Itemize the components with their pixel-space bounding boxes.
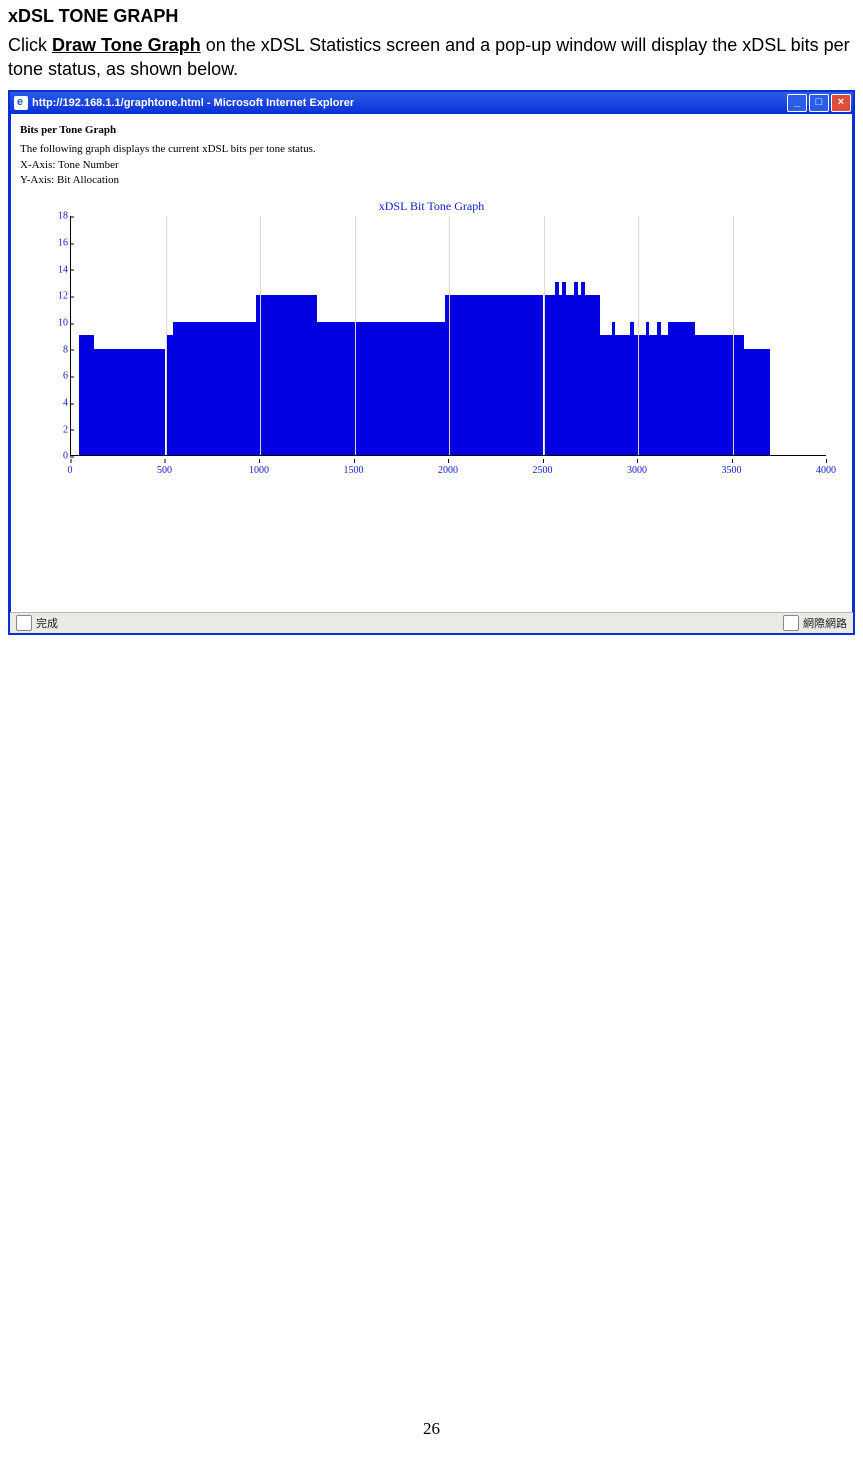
window-titlebar: http://192.168.1.1/graphtone.html - Micr…	[10, 92, 853, 114]
chart-title: xDSL Bit Tone Graph	[20, 199, 843, 214]
chart-bar	[166, 335, 174, 455]
page-number: 26	[0, 1419, 863, 1439]
chart-bar	[672, 322, 695, 455]
chart-bar	[256, 295, 316, 455]
chart-bar	[544, 295, 555, 455]
gridline	[166, 216, 167, 455]
internet-zone-icon	[783, 615, 799, 631]
chart-bar	[600, 335, 611, 455]
x-tick-label: 3500	[722, 465, 742, 476]
y-tick-label: 16	[46, 238, 68, 249]
maximize-button[interactable]: □	[809, 94, 829, 112]
gridline	[544, 216, 545, 455]
x-tick-label: 500	[157, 465, 172, 476]
gridline	[260, 216, 261, 455]
intro-paragraph: Click Draw Tone Graph on the xDSL Statis…	[8, 33, 855, 82]
chart-bar	[585, 295, 600, 455]
chart-bar	[173, 322, 256, 455]
window-buttons: _ □ ×	[787, 94, 851, 112]
document-page: xDSL TONE GRAPH Click Draw Tone Graph on…	[0, 0, 863, 1463]
chart-bar	[445, 295, 543, 455]
y-tick-label: 18	[46, 211, 68, 222]
chart-bar	[661, 335, 669, 455]
x-tick-label: 2000	[438, 465, 458, 476]
x-tick-label: 1000	[249, 465, 269, 476]
x-tick-label: 0	[68, 465, 73, 476]
gridline	[638, 216, 639, 455]
y-tick-label: 2	[46, 424, 68, 435]
y-tick-label: 8	[46, 344, 68, 355]
status-bar: 完成 網際網路	[10, 612, 853, 633]
x-tick-label: 4000	[816, 465, 836, 476]
x-tick-label: 1500	[344, 465, 364, 476]
chart-bar	[79, 335, 94, 455]
chart-bar	[566, 295, 574, 455]
chart-plot-area	[70, 216, 826, 456]
status-right-text: 網際網路	[803, 615, 847, 631]
chart-bar	[94, 349, 166, 456]
content-desc-2: X-Axis: Tone Number	[20, 158, 843, 174]
y-tick-label: 0	[46, 451, 68, 462]
content-title: Bits per Tone Graph	[20, 124, 843, 136]
y-tick-label: 6	[46, 371, 68, 382]
chart: 0500100015002000250030003500400002468101…	[46, 216, 826, 476]
y-tick-label: 10	[46, 318, 68, 329]
minimize-button[interactable]: _	[787, 94, 807, 112]
ie-icon	[14, 96, 28, 110]
x-tick-label: 3000	[627, 465, 647, 476]
status-left-text: 完成	[36, 615, 58, 631]
y-tick-label: 14	[46, 264, 68, 275]
chart-bar	[649, 335, 657, 455]
window-content: Bits per Tone Graph The following graph …	[10, 114, 853, 612]
browser-window: http://192.168.1.1/graphtone.html - Micr…	[8, 90, 855, 635]
close-button[interactable]: ×	[831, 94, 851, 112]
section-heading: xDSL TONE GRAPH	[8, 6, 855, 27]
status-left-icon	[16, 615, 32, 631]
chart-container: xDSL Bit Tone Graph 0 500 1000 1500 2000 2500…	[20, 199, 843, 476]
chart-bar	[317, 322, 446, 455]
intro-text-pre: Click	[8, 35, 52, 55]
window-title: http://192.168.1.1/graphtone.html - Micr…	[32, 97, 354, 109]
content-desc-3: Y-Axis: Bit Allocation	[20, 173, 843, 189]
content-desc-1: The following graph displays the current…	[20, 142, 843, 158]
gridline	[355, 216, 356, 455]
gridline	[449, 216, 450, 455]
intro-bold: Draw Tone Graph	[52, 35, 201, 55]
x-tick-label: 2500	[533, 465, 553, 476]
chart-bar	[695, 335, 744, 455]
chart-bar	[634, 335, 645, 455]
chart-bar	[744, 349, 770, 456]
gridline	[733, 216, 734, 455]
y-tick-label: 4	[46, 398, 68, 409]
chart-bar	[615, 335, 630, 455]
y-tick-label: 12	[46, 291, 68, 302]
